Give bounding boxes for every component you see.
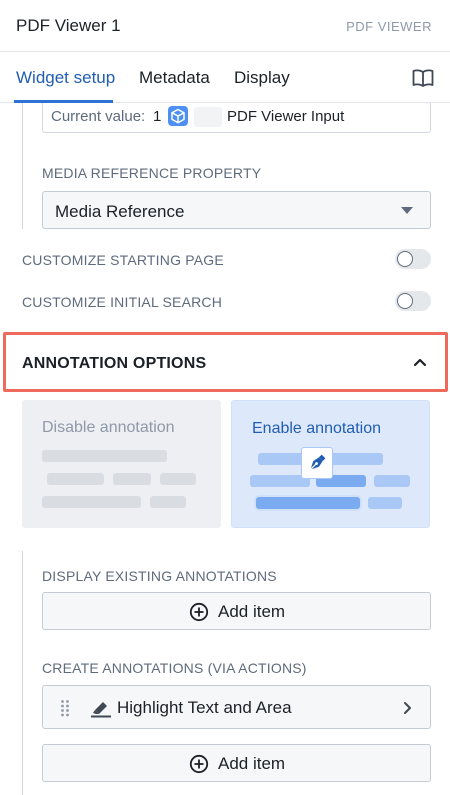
placeholder-bar (113, 473, 151, 485)
panel-title: PDF Viewer 1 (16, 16, 121, 35)
placeholder-bar (47, 473, 104, 485)
toggle-knob (397, 251, 413, 267)
current-value-name: PDF Viewer Input (227, 108, 345, 125)
widget-setup-panel[interactable]: Current value: 1 PDF Viewer Input MEDIA … (0, 103, 450, 795)
placeholder-bar (42, 496, 141, 508)
chevron-up-icon[interactable] (413, 357, 427, 367)
enable-annotation-label: Enable annotation (252, 420, 381, 437)
annotation-action-item[interactable]: Highlight Text and Area (42, 685, 431, 729)
annotation-options-title: ANNOTATION OPTIONS (22, 355, 207, 372)
create-annotations-label: CREATE ANNOTATIONS (VIA ACTIONS) (42, 660, 307, 676)
media-reference-value: Media Reference (55, 202, 185, 221)
customize-starting-page-toggle[interactable] (395, 249, 431, 269)
plus-circle-icon (189, 754, 209, 774)
media-reference-select[interactable]: Media Reference (42, 191, 431, 229)
placeholder-bar (160, 473, 196, 485)
disable-annotation-label: Disable annotation (42, 419, 175, 436)
placeholder-bar (374, 475, 410, 487)
placeholder-bar (150, 496, 186, 508)
annotation-options-header[interactable]: ANNOTATION OPTIONS (3, 332, 448, 392)
pen-nib-icon (309, 454, 326, 471)
placeholder-bar (42, 450, 167, 462)
add-create-annotation-button[interactable]: Add item (42, 744, 431, 782)
tab-metadata[interactable]: Metadata (139, 68, 210, 88)
nesting-line (22, 551, 23, 795)
customize-starting-page-label: CUSTOMIZE STARTING PAGE (22, 252, 224, 268)
annotation-badge (301, 447, 333, 479)
widget-type-label: PDF VIEWER (346, 19, 432, 34)
object-type-chip (194, 107, 222, 127)
disable-annotation-card[interactable]: Disable annotation (22, 400, 221, 528)
enable-annotation-card[interactable]: Enable annotation (231, 400, 430, 528)
toggle-knob (397, 293, 413, 309)
add-item-label: Add item (218, 602, 286, 621)
plus-circle-icon (189, 602, 209, 622)
cube-icon (168, 106, 188, 126)
annotation-action-label: Highlight Text and Area (117, 698, 292, 717)
add-item-label: Add item (218, 754, 286, 773)
tab-display[interactable]: Display (234, 68, 290, 88)
panel-header: PDF Viewer 1 PDF VIEWER (0, 0, 450, 52)
placeholder-bar (368, 497, 402, 509)
book-open-icon[interactable] (412, 68, 434, 88)
customize-initial-search-label: CUSTOMIZE INITIAL SEARCH (22, 294, 223, 310)
tab-bar: Widget setup Metadata Display (0, 52, 450, 103)
customize-initial-search-toggle[interactable] (395, 291, 431, 311)
highlighter-icon (91, 702, 111, 718)
caret-down-icon (401, 207, 413, 214)
current-value-label: Current value: (51, 108, 146, 125)
placeholder-bar (256, 497, 360, 509)
display-existing-label: DISPLAY EXISTING ANNOTATIONS (42, 568, 277, 584)
media-reference-label: MEDIA REFERENCE PROPERTY (42, 165, 262, 181)
current-value-count: 1 (153, 108, 162, 125)
nesting-line (22, 103, 23, 229)
add-existing-annotation-button[interactable]: Add item (42, 592, 431, 630)
chevron-right-icon (404, 702, 411, 714)
drag-handle-icon[interactable] (60, 699, 70, 717)
current-value-box: Current value: 1 PDF Viewer Input (42, 103, 431, 133)
tab-widget-setup[interactable]: Widget setup (16, 68, 115, 88)
